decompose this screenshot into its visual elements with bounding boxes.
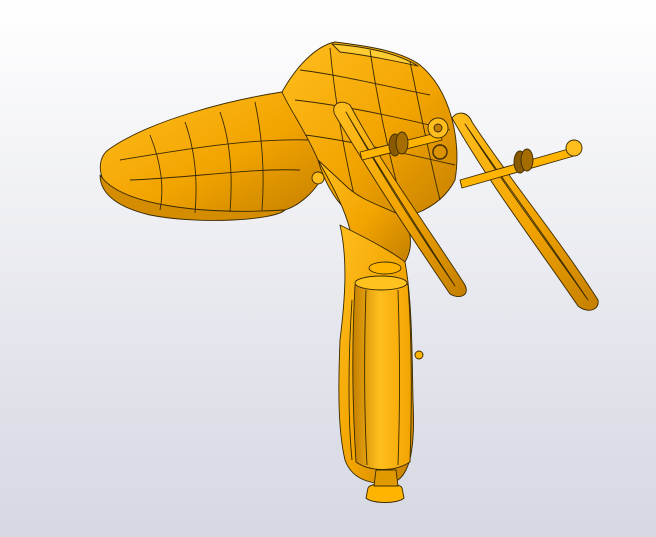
cad-scene[interactable]	[0, 0, 656, 537]
handle-collar	[368, 261, 402, 275]
handle-cylinder[interactable]	[352, 277, 412, 470]
bottom-knob-stem	[373, 469, 399, 487]
cad-viewport[interactable]	[0, 0, 656, 537]
pivot-pin-left	[311, 171, 325, 185]
handle-side-pin	[414, 350, 424, 360]
handle-cylinder-top	[354, 275, 408, 291]
